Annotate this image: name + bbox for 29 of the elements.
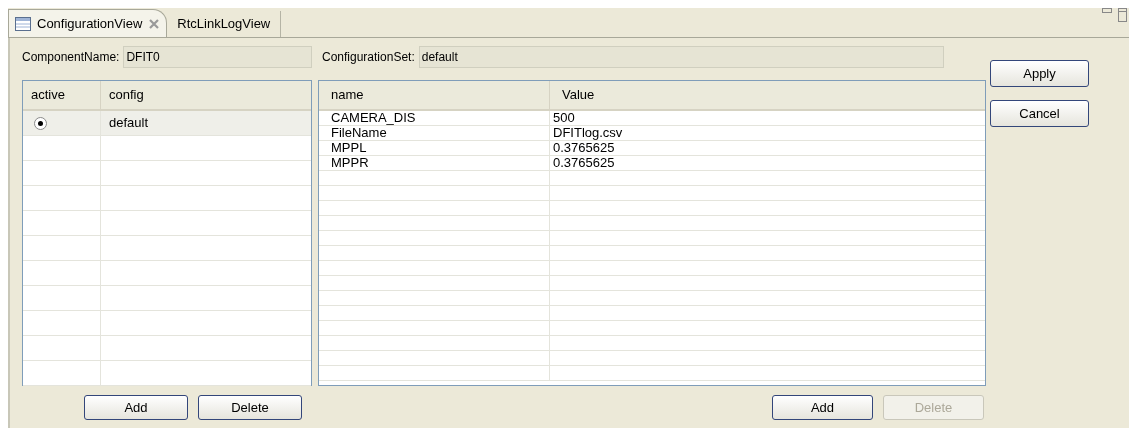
table-row[interactable]: default (23, 111, 311, 136)
button[interactable]: Cancel (990, 100, 1089, 127)
button[interactable]: Add (84, 395, 188, 420)
configuration-set-field[interactable]: default (418, 46, 944, 68)
table-cell: MPPL (331, 140, 367, 155)
field-label: ComponentName: (22, 49, 120, 66)
column-header[interactable]: Value (550, 81, 985, 109)
table-icon (15, 16, 31, 31)
table-cell: FileName (331, 125, 387, 140)
table-cell: 500 (553, 110, 575, 125)
radio-button[interactable] (34, 116, 47, 130)
tab[interactable]: ConfigurationView (8, 9, 168, 37)
table-cell: CAMERA_DIS (331, 110, 416, 125)
maximize-icon[interactable] (1118, 8, 1127, 22)
table-cell-text: default (109, 114, 149, 133)
column-header[interactable]: config (101, 81, 311, 109)
close-icon[interactable] (148, 17, 161, 30)
component-name-field[interactable]: DFIT0 (123, 46, 312, 68)
field-label: ConfigurationSet: (322, 49, 415, 66)
column-header[interactable]: name (319, 81, 550, 109)
column-header[interactable]: active (23, 81, 101, 109)
minimize-icon[interactable] (1102, 8, 1112, 14)
button[interactable]: Add (772, 395, 873, 420)
table-cell: MPPR (331, 155, 369, 170)
table-cell: 0.3765625 (553, 155, 615, 170)
button[interactable]: Delete (198, 395, 302, 420)
button[interactable]: Apply (990, 60, 1089, 87)
table-cell: 0.3765625 (553, 140, 615, 155)
table-cell: DFITlog.csv (553, 125, 623, 140)
